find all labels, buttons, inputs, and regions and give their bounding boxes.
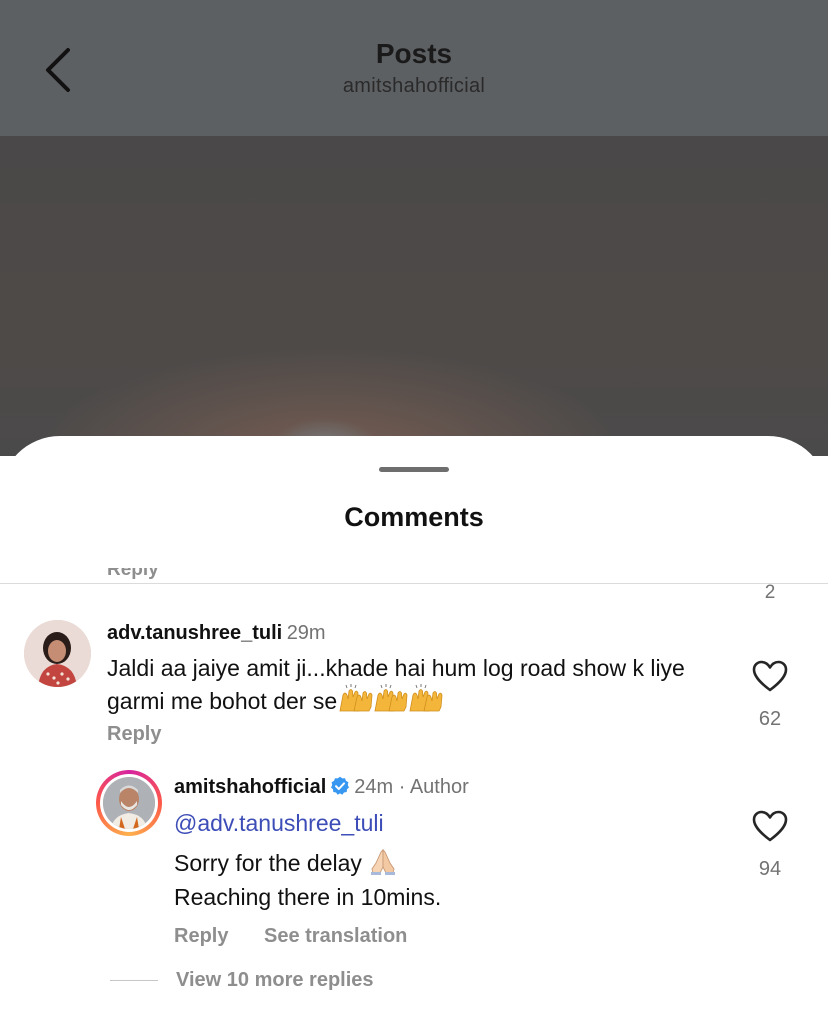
see-translation-button[interactable]: See translation bbox=[264, 925, 407, 948]
folded-hands-emoji-icon bbox=[368, 847, 398, 881]
reply-time: 24m bbox=[354, 776, 394, 798]
sheet-title: Comments bbox=[344, 502, 484, 532]
comment-username[interactable]: adv.tanushree_tuli bbox=[107, 622, 282, 644]
sheet-grabber[interactable] bbox=[379, 467, 449, 472]
post-media[interactable] bbox=[0, 136, 828, 456]
view-more-replies-button[interactable]: View 10 more replies bbox=[176, 969, 374, 992]
reply-text-line1: Sorry for the delay bbox=[174, 847, 398, 881]
previous-like-count: 2 bbox=[764, 582, 776, 603]
replies-divider-line bbox=[110, 980, 158, 981]
like-count[interactable]: 94 bbox=[745, 858, 795, 881]
avatar[interactable] bbox=[96, 770, 162, 836]
top-bar: Posts amitshahofficial bbox=[0, 0, 828, 136]
raising-hands-emoji-icon bbox=[337, 683, 443, 720]
reply-header: amitshahofficial 24m · Author bbox=[174, 776, 469, 799]
heart-outline-icon[interactable] bbox=[752, 660, 788, 692]
verified-badge-icon bbox=[331, 776, 350, 795]
reply-button[interactable]: Reply bbox=[107, 723, 161, 746]
comment-time: 29m bbox=[286, 622, 326, 644]
avatar[interactable] bbox=[24, 620, 91, 687]
mention-link[interactable]: @adv.tanushree_tuli bbox=[174, 810, 384, 837]
page-subtitle[interactable]: amitshahofficial bbox=[0, 75, 828, 98]
reply-button[interactable]: Reply bbox=[174, 925, 228, 948]
sheet-divider bbox=[0, 583, 828, 584]
like-count[interactable]: 62 bbox=[745, 708, 795, 731]
page-title: Posts bbox=[375, 38, 453, 69]
reply-username[interactable]: amitshahofficial bbox=[174, 776, 326, 798]
comment-header: adv.tanushree_tuli 29m bbox=[107, 622, 326, 645]
reply-text-line2: Reaching there in 10mins. bbox=[174, 884, 442, 910]
heart-outline-icon[interactable] bbox=[752, 810, 788, 842]
meta-separator: · bbox=[393, 776, 410, 798]
previous-reply-button[interactable]: Reply bbox=[107, 568, 159, 581]
author-tag: Author bbox=[409, 776, 469, 798]
comment-text-block: Jaldi aa jaiye amit ji...khade hai hum l… bbox=[107, 654, 717, 720]
reply-text: Sorry for the delay bbox=[174, 850, 362, 876]
